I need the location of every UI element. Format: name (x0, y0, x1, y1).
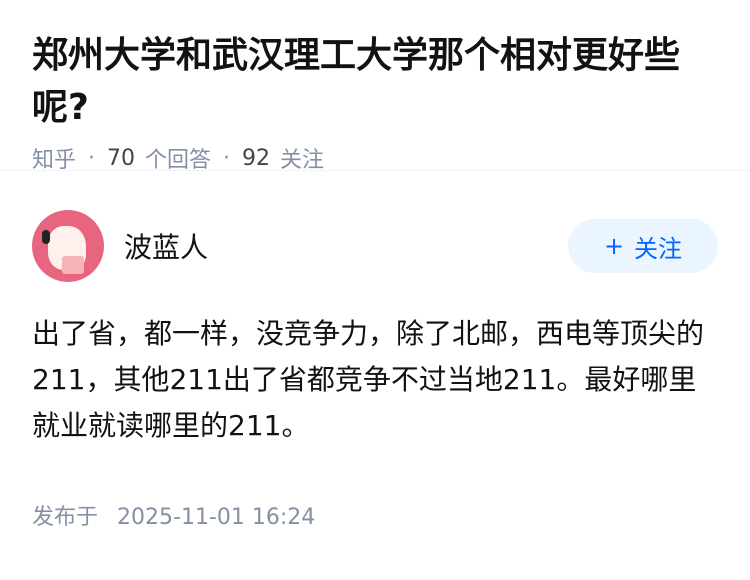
author-row: 波蓝人 + 关注 (32, 201, 718, 291)
answer-card: 波蓝人 + 关注 出了省，都一样，没竞争力，除了北邮，西电等顶尖的211，其他2… (0, 201, 750, 531)
avatar-detail (62, 256, 84, 274)
published-label: 发布于 (32, 505, 99, 530)
section-divider (0, 170, 750, 201)
follow-button-label: 关注 (634, 234, 683, 263)
answers-count: 70 (107, 145, 136, 171)
publish-info: 发布于 2025-11-01 16:24 (32, 499, 718, 531)
question-title[interactable]: 郑州大学和武汉理工大学那个相对更好些呢? (32, 30, 718, 134)
followers-label: 关注 (280, 148, 325, 173)
question-header: 郑州大学和武汉理工大学那个相对更好些呢? 知乎 · 70 个回答 · 92 关注 (0, 0, 750, 173)
separator-dot: · (223, 145, 231, 171)
answer-content[interactable]: 出了省，都一样，没竞争力，除了北邮，西电等顶尖的211，其他211出了省都竞争不… (32, 311, 718, 449)
published-date: 2025-11-01 16:24 (117, 505, 316, 530)
avatar-detail (42, 230, 50, 244)
source-label[interactable]: 知乎 (32, 142, 76, 174)
author-name[interactable]: 波蓝人 (124, 226, 208, 266)
follow-button[interactable]: + 关注 (568, 219, 718, 273)
avatar[interactable] (32, 210, 104, 282)
separator-dot: · (88, 145, 96, 171)
answers-label[interactable]: 个回答 (145, 142, 211, 174)
author-info[interactable]: 波蓝人 (32, 210, 208, 282)
followers-count: 92 (242, 145, 271, 171)
plus-icon: + (603, 232, 625, 260)
